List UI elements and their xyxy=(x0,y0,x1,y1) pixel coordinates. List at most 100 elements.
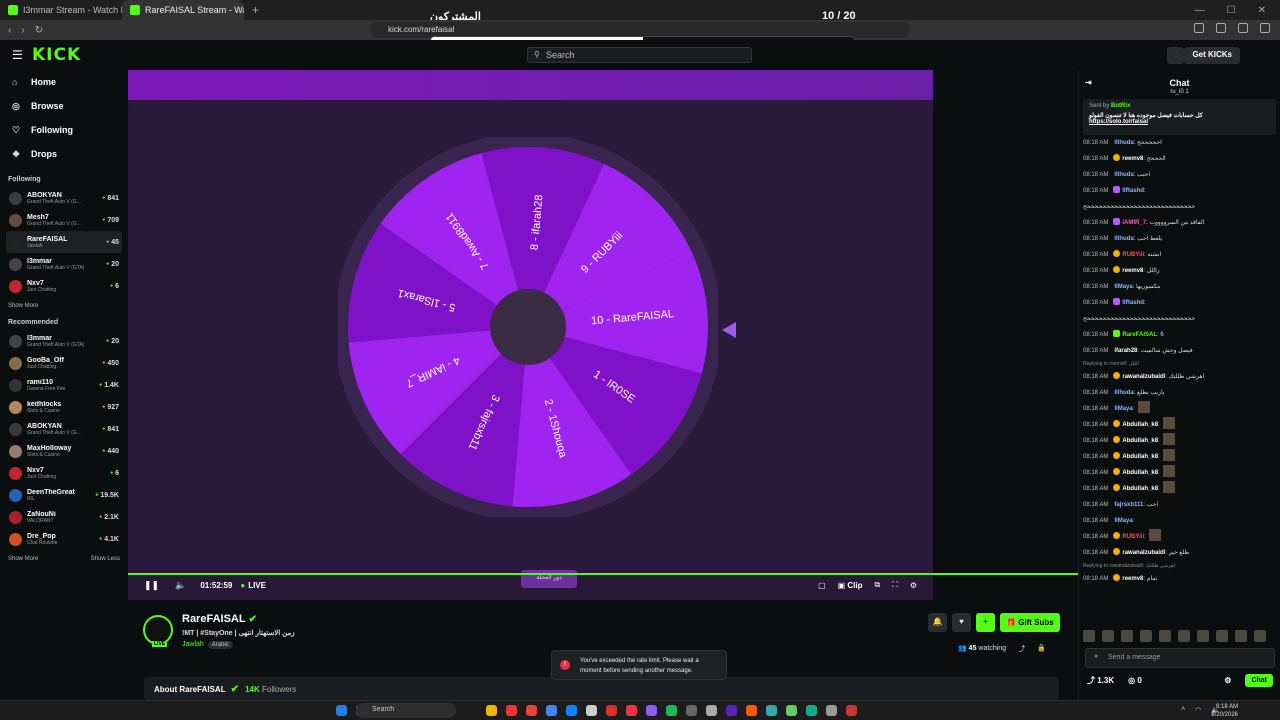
taskbar-app-icon[interactable] xyxy=(486,705,497,716)
chat-username[interactable]: llMaya xyxy=(1114,406,1132,412)
pinned-message[interactable]: Sent by BotRix كل حسابات فيصل موجوده هنا… xyxy=(1083,99,1276,135)
chat-username[interactable]: llMaya xyxy=(1114,518,1132,524)
chat-username[interactable]: RUBYiii xyxy=(1122,534,1144,540)
chat-message[interactable]: 08:18 AM llRashd: xyxy=(1083,295,1276,311)
reload-icon[interactable]: ↻ xyxy=(35,25,43,36)
chat-message[interactable]: 08:18 AM llMaya: xyxy=(1083,401,1276,417)
chat-username[interactable]: lllhuda xyxy=(1114,390,1133,396)
emote-icon[interactable] xyxy=(1159,630,1171,642)
kick-logo[interactable]: KICK xyxy=(32,45,81,65)
chat-message[interactable]: 08:18 AM lllhuda: ياربب نطلع xyxy=(1083,385,1276,401)
emote-icon[interactable] xyxy=(1083,630,1095,642)
channel-item[interactable]: Nxv7Just Chatting 6 xyxy=(6,275,122,297)
browser-tab[interactable]: I3mmar Stream - Watch Live on K✕ xyxy=(0,0,122,20)
wallet-icon[interactable] xyxy=(1238,23,1248,33)
channel-item[interactable]: GooBa_OffJust Chatting 450 xyxy=(6,352,122,374)
chat-message[interactable]: 08:18 AM lllhuda: احححححح xyxy=(1083,135,1276,151)
close-window-icon[interactable]: ✕ xyxy=(1258,5,1266,16)
taskbar-app-icon[interactable] xyxy=(826,705,837,716)
streamer-avatar[interactable]: LIVE xyxy=(143,615,173,647)
chat-username[interactable]: RUBYiii xyxy=(1122,252,1144,258)
taskbar-app-icon[interactable] xyxy=(626,705,637,716)
video-player[interactable]: 10 - RareFAISAL 1 - IR0SE 2 - 1Shouqa 3 - f… xyxy=(128,70,933,600)
taskbar-clock[interactable]: 8:18 AM 8/20/2026 xyxy=(1211,703,1238,719)
chat-message[interactable]: 08:18 AM fajrsxb111: احب xyxy=(1083,497,1276,513)
chat-username[interactable]: llMaya xyxy=(1114,284,1132,290)
send-chat-button[interactable]: Chat xyxy=(1245,674,1273,687)
channel-item[interactable]: ZaNouNiVALORANT 2.1K xyxy=(6,506,122,528)
chat-settings-icon[interactable]: ⚙ xyxy=(1224,676,1231,685)
chat-username[interactable]: RareFAISAL xyxy=(1122,332,1157,338)
chat-message[interactable]: 08:18 AM llRashd: xyxy=(1083,183,1276,199)
chat-message[interactable]: 08:18 AM llMaya: مكسوريها xyxy=(1083,279,1276,295)
chevron-up-icon[interactable]: ˄ xyxy=(1181,706,1185,714)
channel-item[interactable]: Dre_PopChat Roulette 4.1K xyxy=(6,528,122,550)
volume-icon[interactable]: 🔈 xyxy=(175,580,186,591)
nav-item-home[interactable]: ⌂ Home xyxy=(6,70,122,94)
chat-username[interactable]: reemv8 xyxy=(1122,156,1143,162)
channel-item[interactable]: rami110Garena Free Fire 1.4K xyxy=(6,374,122,396)
settings-icon[interactable]: ⚙ xyxy=(910,581,917,590)
nav-item-browse[interactable]: ◎ Browse xyxy=(6,94,122,118)
taskbar-app-icon[interactable] xyxy=(746,705,757,716)
minimize-icon[interactable]: — xyxy=(1195,5,1205,16)
chat-message[interactable]: 08:18 AM Abdullah_k8: xyxy=(1083,481,1276,497)
get-kicks-button[interactable]: Get KICKs xyxy=(1184,47,1240,64)
channel-item[interactable]: RareFAISALJawlah 45 xyxy=(6,231,122,253)
pause-icon[interactable]: ❚❚ xyxy=(144,580,159,591)
taskbar-app-icon[interactable] xyxy=(766,705,777,716)
show-more-link[interactable]: Show More xyxy=(8,303,120,309)
emote-icon[interactable] xyxy=(1254,630,1266,642)
chat-message[interactable]: 08:18 AM reemv8: زاللل xyxy=(1083,263,1276,279)
collapse-chat-icon[interactable]: ⇥ xyxy=(1085,78,1092,87)
channel-item[interactable]: keithlocksSlots & Casino 927 xyxy=(6,396,122,418)
subscribe-icon[interactable]: + xyxy=(976,613,995,632)
chat-message[interactable]: 08:18 AM llMaya: xyxy=(1083,513,1276,529)
gift-subs-button[interactable]: 🎁 Gift Subs xyxy=(1000,613,1060,632)
chat-message[interactable]: 08:18 AM Abdullah_k8: xyxy=(1083,465,1276,481)
browser-tab-active[interactable]: RareFAISAL Stream - Watch Li✕ xyxy=(122,0,244,20)
channel-item[interactable]: I3mmarGrand Theft Auto V (GTA) 20 xyxy=(6,330,122,352)
chat-message[interactable]: 08:18 AM RUBYiii: انشنه xyxy=(1083,247,1276,263)
chat-username[interactable]: rawanalzubaidi xyxy=(1122,374,1165,380)
taskbar-app-icon[interactable] xyxy=(526,705,537,716)
chat-username[interactable]: Abdullah_k8 xyxy=(1122,422,1158,428)
chat-message[interactable]: 08:18 AM Abdullah_k8: xyxy=(1083,417,1276,433)
taskbar-app-icon[interactable] xyxy=(606,705,617,716)
emote-icon[interactable] xyxy=(1216,630,1228,642)
taskbar-app-icon[interactable] xyxy=(566,705,577,716)
taskbar-app-icon[interactable] xyxy=(646,705,657,716)
emote-icon[interactable] xyxy=(1197,630,1209,642)
pip-icon[interactable]: ⧉ xyxy=(875,580,881,590)
about-section[interactable]: About RareFAISAL ✔ 14K Followers xyxy=(144,677,1059,700)
chat-message[interactable]: 08:18 AM rawanalzubaidi: اهرشي ظللتك xyxy=(1083,369,1276,385)
chat-message[interactable]: 08:18 AM lllhuda: احبب xyxy=(1083,167,1276,183)
chat-message-input[interactable]: Send a message xyxy=(1085,648,1275,668)
taskbar-app-icon[interactable] xyxy=(336,705,347,716)
pinned-link[interactable]: https://solo.to/rfaisal xyxy=(1089,119,1270,125)
chat-username[interactable]: lllhuda xyxy=(1114,140,1133,146)
chat-username[interactable]: llRashd xyxy=(1122,188,1144,194)
chat-username[interactable]: Abdullah_k8 xyxy=(1122,438,1158,444)
emote-icon[interactable] xyxy=(1178,630,1190,642)
notification-bell-icon[interactable]: 🔔 xyxy=(928,613,947,632)
clip-button[interactable]: ▣ Clip xyxy=(838,581,863,590)
fullscreen-icon[interactable]: ⛶ xyxy=(892,580,898,590)
emote-icon[interactable] xyxy=(1121,630,1133,642)
chat-username[interactable]: ifarah28 xyxy=(1114,348,1137,354)
taskbar-app-icon[interactable] xyxy=(506,705,517,716)
emote-icon[interactable] xyxy=(1102,630,1114,642)
chat-username[interactable]: Abdullah_k8 xyxy=(1122,470,1158,476)
wifi-icon[interactable]: ◠ xyxy=(1195,706,1201,714)
forward-icon[interactable]: › xyxy=(21,25,24,36)
emote-icon[interactable] xyxy=(1235,630,1247,642)
taskbar-app-icon[interactable] xyxy=(846,705,857,716)
chat-message[interactable]: 08:18 AM reemv8: تمام xyxy=(1083,571,1276,587)
channel-item[interactable]: ABOKYANGrand Theft Auto V (G... 841 xyxy=(6,418,122,440)
chat-message[interactable]: 08:18 AM reemv8: الحححح xyxy=(1083,151,1276,167)
streamer-name[interactable]: RareFAISAL xyxy=(182,613,246,625)
back-icon[interactable]: ‹ xyxy=(8,25,11,36)
taskbar-app-icon[interactable] xyxy=(806,705,817,716)
menu-icon[interactable] xyxy=(1260,23,1270,33)
taskbar-app-icon[interactable] xyxy=(706,705,717,716)
